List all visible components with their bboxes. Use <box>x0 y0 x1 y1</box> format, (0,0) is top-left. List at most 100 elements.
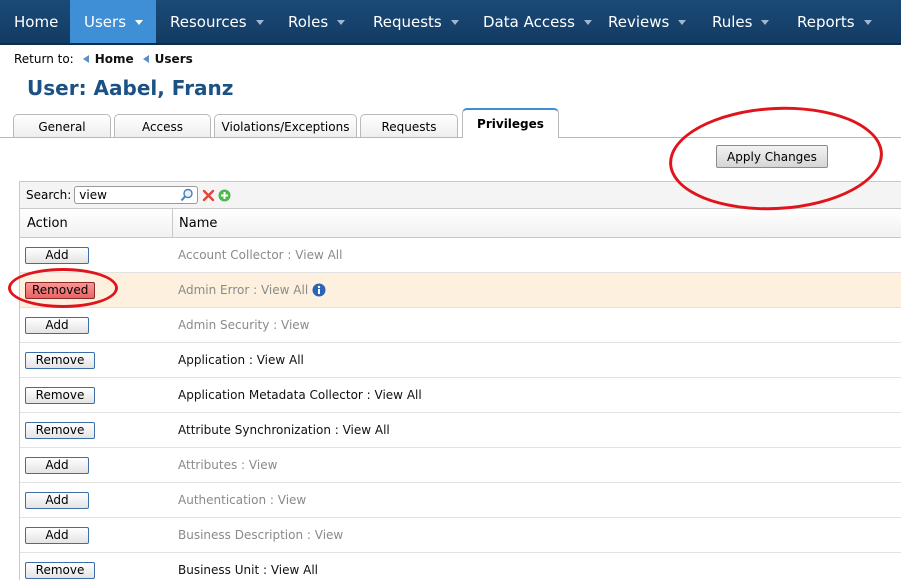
clear-search-icon[interactable] <box>202 189 215 202</box>
page-title: User: Aabel, Franz <box>27 76 234 100</box>
action-cell: Add <box>20 491 173 509</box>
privilege-name: Application : View All <box>173 353 901 367</box>
privilege-name: Attributes : View <box>173 458 901 472</box>
nav-reviews-label: Reviews <box>608 12 670 31</box>
chevron-down-icon <box>450 19 459 25</box>
nav-home-label: Home <box>14 12 59 31</box>
action-cell: Removed <box>20 281 173 299</box>
table-row: Remove Application Metadata Collector : … <box>20 378 901 413</box>
action-cell: Add <box>20 526 173 544</box>
action-cell: Add <box>20 456 173 474</box>
tab-access[interactable]: Access <box>114 114 211 137</box>
action-cell: Remove <box>20 561 173 579</box>
action-cell: Remove <box>20 351 173 369</box>
search-box <box>74 186 199 204</box>
table-row: Remove Application : View All <box>20 343 901 378</box>
table-row: Add Attributes : View <box>20 448 901 483</box>
apply-changes-button[interactable]: Apply Changes <box>716 145 828 168</box>
privilege-name: Authentication : View <box>173 493 901 507</box>
action-cell: Add <box>20 316 173 334</box>
add-privilege-button[interactable]: Add <box>25 526 89 544</box>
add-filter-icon[interactable] <box>218 189 231 202</box>
action-cell: Remove <box>20 386 173 404</box>
grid-header: Action Name <box>20 209 901 238</box>
table-row: Remove Attribute Synchronization : View … <box>20 413 901 448</box>
tab-privileges[interactable]: Privileges <box>462 108 559 138</box>
privilege-name: Application Metadata Collector : View Al… <box>173 388 901 402</box>
table-row: Remove Business Unit : View All <box>20 553 901 580</box>
privilege-name: Account Collector : View All <box>173 248 901 262</box>
table-row: Removed Admin Error : View All <box>20 273 901 308</box>
add-privilege-button[interactable]: Add <box>25 456 89 474</box>
table-row: Add Authentication : View <box>20 483 901 518</box>
nav-rules-label: Rules <box>712 12 753 31</box>
nav-requests-label: Requests <box>373 12 442 31</box>
breadcrumb-users-link[interactable]: Users <box>155 52 193 66</box>
search-input[interactable] <box>75 187 180 203</box>
tab-violations-exceptions[interactable]: Violations/Exceptions <box>214 114 357 137</box>
info-icon[interactable] <box>312 283 326 297</box>
privilege-name: Admin Security : View <box>173 318 901 332</box>
nav-rules[interactable]: Rules <box>698 0 783 43</box>
column-header-name[interactable]: Name <box>173 209 901 237</box>
chevron-down-icon <box>863 19 872 25</box>
nav-reports-label: Reports <box>797 12 855 31</box>
removed-privilege-button[interactable]: Removed <box>25 281 96 299</box>
back-arrow-icon <box>142 55 149 63</box>
action-cell: Add <box>20 246 173 264</box>
add-privilege-button[interactable]: Add <box>25 491 89 509</box>
nav-reports[interactable]: Reports <box>783 0 901 43</box>
privilege-name-text: Attribute Synchronization : View All <box>178 423 390 437</box>
nav-home[interactable]: Home <box>0 0 70 43</box>
privilege-name-text: Attributes : View <box>178 458 278 472</box>
nav-data-access-label: Data Access <box>483 12 575 31</box>
nav-resources-label: Resources <box>170 12 247 31</box>
privilege-name: Business Description : View <box>173 528 901 542</box>
privilege-name: Business Unit : View All <box>173 563 901 577</box>
remove-privilege-button[interactable]: Remove <box>25 351 95 369</box>
privilege-name-text: Admin Security : View <box>178 318 310 332</box>
remove-privilege-button[interactable]: Remove <box>25 421 95 439</box>
search-icon[interactable] <box>180 188 194 202</box>
chevron-down-icon <box>337 19 346 25</box>
breadcrumb-home-link[interactable]: Home <box>95 52 134 66</box>
tab-general[interactable]: General <box>13 114 111 137</box>
privilege-name-text: Business Unit : View All <box>178 563 318 577</box>
table-row: Add Business Description : View <box>20 518 901 553</box>
chevron-down-icon <box>761 19 770 25</box>
privilege-name-text: Admin Error : View All <box>178 283 309 297</box>
remove-privilege-button[interactable]: Remove <box>25 561 95 579</box>
table-row: Add Admin Security : View <box>20 308 901 343</box>
tab-requests[interactable]: Requests <box>360 114 458 137</box>
privilege-name-text: Account Collector : View All <box>178 248 343 262</box>
search-label: Search: <box>26 188 72 202</box>
nav-data-access[interactable]: Data Access <box>469 0 594 43</box>
nav-users[interactable]: Users <box>70 0 156 43</box>
add-privilege-button[interactable]: Add <box>25 316 89 334</box>
privilege-name-text: Application Metadata Collector : View Al… <box>178 388 422 402</box>
table-row: Add Account Collector : View All <box>20 238 901 273</box>
chevron-down-icon <box>678 19 687 25</box>
privilege-name-text: Authentication : View <box>178 493 307 507</box>
action-cell: Remove <box>20 421 173 439</box>
nav-roles[interactable]: Roles <box>274 0 359 43</box>
tabs-divider <box>0 137 901 138</box>
grid-search-bar: Search: <box>20 182 901 209</box>
chevron-down-icon <box>135 19 144 25</box>
privileges-grid: Search: Action Name Add Account Collecto… <box>19 181 901 580</box>
breadcrumb: Return to: Home Users <box>14 51 193 67</box>
remove-privilege-button[interactable]: Remove <box>25 386 95 404</box>
nav-resources[interactable]: Resources <box>156 0 274 43</box>
back-arrow-icon <box>82 55 89 63</box>
nav-reviews[interactable]: Reviews <box>594 0 698 43</box>
column-header-action[interactable]: Action <box>20 209 173 237</box>
breadcrumb-prefix: Return to: <box>14 52 74 66</box>
top-nav: Home Users Resources Roles Requests Data… <box>0 0 901 45</box>
nav-requests[interactable]: Requests <box>359 0 469 43</box>
add-privilege-button[interactable]: Add <box>25 246 89 264</box>
nav-roles-label: Roles <box>288 12 329 31</box>
privilege-name: Attribute Synchronization : View All <box>173 423 901 437</box>
chevron-down-icon <box>255 19 264 25</box>
nav-users-label: Users <box>84 12 127 31</box>
chevron-down-icon <box>583 19 592 25</box>
